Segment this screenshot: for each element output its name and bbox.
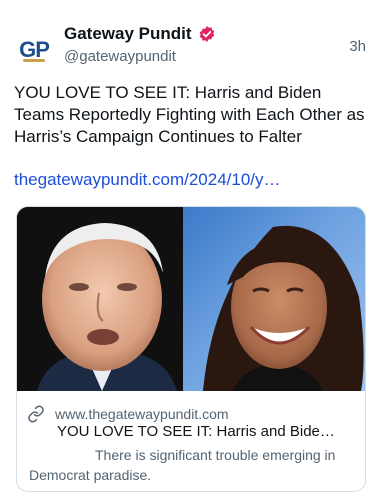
- man-portrait-image: [17, 207, 183, 391]
- author-name[interactable]: Gateway Pundit: [64, 24, 192, 44]
- author-row: Gateway Pundit: [64, 24, 216, 44]
- card-image[interactable]: [17, 207, 365, 391]
- verified-badge-icon: [199, 26, 214, 42]
- post-timestamp[interactable]: 3h: [349, 38, 366, 55]
- card-domain: www.thegatewaypundit.com: [55, 406, 229, 422]
- author-handle[interactable]: @gatewaypundit: [64, 48, 176, 65]
- card-image-right: [183, 207, 365, 391]
- avatar-swoosh: [23, 59, 45, 62]
- link-icon: [28, 405, 44, 423]
- link-preview-card[interactable]: www.thegatewaypundit.com YOU LOVE TO SEE…: [16, 206, 366, 492]
- woman-portrait-image: [203, 225, 364, 391]
- post-text: YOU LOVE TO SEE IT: Harris and Biden Tea…: [14, 83, 365, 146]
- post[interactable]: GP Gateway Pundit @gatewaypundit 3h YOU …: [0, 0, 382, 500]
- card-image-left: [17, 207, 183, 391]
- card-domain-row: www.thegatewaypundit.com: [27, 405, 229, 423]
- card-title[interactable]: YOU LOVE TO SEE IT: Harris and Bide…: [57, 423, 357, 440]
- card-description: There is significant trouble emerging in…: [29, 447, 336, 483]
- avatar[interactable]: GP: [14, 30, 54, 70]
- post-link[interactable]: thegatewaypundit.com/2024/10/y…: [14, 170, 281, 190]
